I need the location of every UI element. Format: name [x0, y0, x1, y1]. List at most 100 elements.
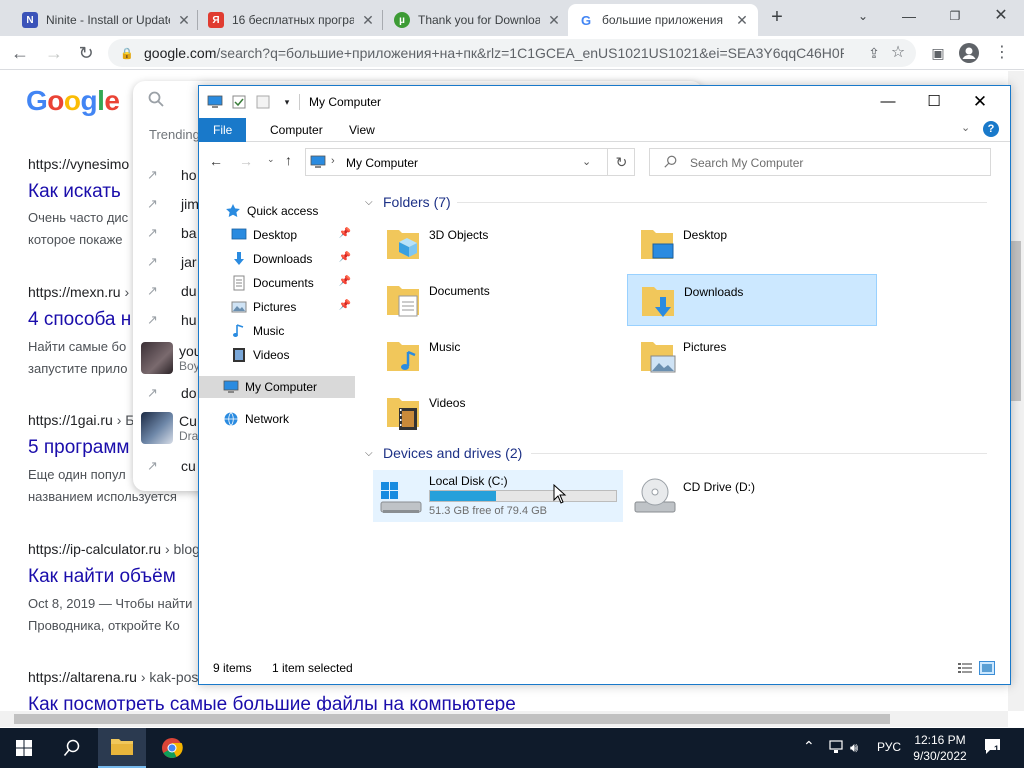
pin-icon[interactable]: 📌 — [339, 300, 351, 311]
explorer-minimize-icon[interactable]: — — [865, 86, 911, 118]
result-url[interactable]: https://mexn.ru › — [28, 284, 129, 300]
suggestion-item[interactable]: Cu Dra — [141, 411, 198, 445]
drive-cd-d[interactable]: CD Drive (D:) — [627, 470, 877, 522]
tab-close-icon[interactable]: ✕ — [360, 12, 376, 29]
result-url[interactable]: https://1gai.ru › Б — [28, 412, 134, 428]
new-tab-icon[interactable]: + — [766, 6, 788, 28]
language-indicator[interactable]: РУС — [877, 740, 901, 754]
expand-ribbon-icon[interactable]: ⌄ — [961, 121, 970, 134]
browser-tab-yandex[interactable]: Я 16 бесплатных программ ✕ — [198, 4, 384, 36]
large-icons-view-icon[interactable] — [979, 661, 995, 675]
suggestion-item[interactable]: ↗ ho — [147, 163, 197, 187]
nav-my-computer[interactable]: My Computer — [199, 376, 355, 398]
pin-icon[interactable]: 📌 — [339, 228, 351, 239]
nav-music[interactable]: Music — [199, 320, 355, 342]
chrome-taskbar-icon[interactable] — [148, 728, 196, 768]
suggestion-item[interactable]: ↗ ba — [147, 221, 197, 245]
result-url[interactable]: https://vynesimo — [28, 156, 129, 172]
up-folder-icon[interactable]: ↑ — [285, 152, 292, 168]
devices-group-header[interactable]: ⌵ Devices and drives (2) — [365, 443, 522, 463]
back-icon[interactable]: ← — [8, 41, 32, 65]
recent-locations-icon[interactable]: ⌄ — [267, 154, 275, 165]
folder-music[interactable]: Music — [373, 330, 623, 382]
reload-icon[interactable]: ↻ — [74, 41, 98, 65]
scrollbar-thumb[interactable] — [14, 714, 890, 724]
nav-documents[interactable]: Documents 📌 — [199, 272, 355, 294]
result-title[interactable]: Как найти объём — [28, 566, 176, 588]
suggestion-item[interactable]: ↗ cu — [147, 454, 196, 478]
show-hidden-icons-chevron[interactable]: ⌃ — [803, 738, 815, 755]
address-bar[interactable]: 🔒 google.com/search?q=большие+приложения… — [108, 39, 916, 67]
tab-close-icon[interactable]: ✕ — [176, 12, 192, 29]
folder-downloads[interactable]: Downloads — [627, 274, 877, 326]
nav-pictures[interactable]: Pictures 📌 — [199, 296, 355, 318]
folder-3d-objects[interactable]: 3D Objects — [373, 218, 623, 270]
explorer-forward-icon[interactable]: → — [239, 153, 253, 169]
breadcrumb-chevron-icon[interactable]: › — [331, 155, 335, 167]
pin-icon[interactable]: 📌 — [339, 252, 351, 263]
ribbon-tab-file[interactable]: File — [199, 118, 247, 142]
folders-group-header[interactable]: ⌵ Folders (7) — [365, 192, 451, 212]
result-title[interactable]: Как искать — [28, 181, 121, 203]
folder-pictures[interactable]: Pictures — [627, 330, 877, 382]
close-icon[interactable]: ✕ — [978, 2, 1024, 30]
details-view-icon[interactable] — [957, 661, 973, 675]
address-box[interactable]: › My Computer ⌄ — [305, 148, 635, 176]
refresh-icon[interactable]: ↻ — [607, 148, 635, 176]
ribbon-tab-computer[interactable]: Computer — [256, 118, 337, 142]
scrollbar-thumb[interactable] — [1011, 241, 1021, 401]
start-windows-icon[interactable] — [0, 728, 48, 768]
nav-quick-access[interactable]: Quick access — [199, 200, 355, 222]
file-explorer-taskbar-icon[interactable] — [98, 728, 146, 768]
share-icon[interactable]: ⇪ — [862, 41, 886, 65]
taskbar-clock[interactable]: 12:16 PM 9/30/2022 — [906, 732, 974, 764]
menu-kebab-icon[interactable]: ⋮ — [990, 41, 1014, 65]
nav-downloads[interactable]: Downloads 📌 — [199, 248, 355, 270]
taskbar-search-icon[interactable] — [48, 728, 96, 768]
drive-local-disk-c[interactable]: Local Disk (C:) 51.3 GB free of 79.4 GB — [373, 470, 623, 522]
side-panel-icon[interactable]: ▣ — [926, 41, 950, 65]
page-horizontal-scrollbar[interactable] — [0, 711, 1008, 727]
customize-qat-icon[interactable]: ▾ — [279, 94, 295, 110]
explorer-back-icon[interactable]: ← — [209, 153, 223, 169]
bookmark-star-icon[interactable]: ☆ — [886, 41, 910, 65]
result-url[interactable]: https://ip-calculator.ru › blog — [28, 541, 200, 557]
pin-icon[interactable]: 📌 — [339, 276, 351, 287]
tab-search-icon[interactable]: ⌄ — [840, 2, 886, 30]
ribbon-tab-view[interactable]: View — [335, 118, 389, 142]
nav-network[interactable]: Network — [199, 408, 355, 430]
profile-avatar-icon[interactable] — [957, 41, 981, 65]
suggestion-item[interactable]: you Boy — [141, 341, 202, 375]
suggestion-item[interactable]: ↗ do — [147, 381, 197, 405]
restore-icon[interactable]: ❐ — [932, 2, 978, 30]
network-tray-icon[interactable] — [828, 740, 844, 757]
google-logo[interactable]: Google — [26, 85, 120, 117]
tab-close-icon[interactable]: ✕ — [546, 12, 562, 29]
result-title[interactable]: 5 программ — [28, 437, 129, 459]
browser-tab-utorrent[interactable]: µ Thank you for Download ✕ — [384, 4, 570, 36]
new-folder-icon[interactable] — [255, 94, 271, 110]
nav-videos[interactable]: Videos — [199, 344, 355, 366]
notification-center-icon[interactable]: 1 — [984, 738, 1004, 756]
folder-videos[interactable]: Videos — [373, 386, 623, 438]
browser-tab-google[interactable]: G большие приложения ✕ — [568, 4, 758, 36]
minimize-icon[interactable]: — — [886, 2, 932, 30]
address-dropdown-icon[interactable]: ⌄ — [582, 155, 591, 168]
forward-icon[interactable]: → — [42, 41, 66, 65]
help-icon[interactable]: ? — [983, 121, 999, 137]
browser-tab-ninite[interactable]: N Ninite - Install or Update ✕ — [12, 4, 200, 36]
suggestion-item[interactable]: ↗ jim — [147, 192, 199, 216]
explorer-close-icon[interactable]: ✕ — [957, 86, 1003, 118]
tab-close-icon[interactable]: ✕ — [734, 12, 750, 29]
suggestion-item[interactable]: ↗ jar — [147, 250, 197, 274]
folder-desktop[interactable]: Desktop — [627, 218, 877, 270]
folder-documents[interactable]: Documents — [373, 274, 623, 326]
nav-desktop[interactable]: Desktop 📌 — [199, 224, 355, 246]
search-my-computer-input[interactable]: Search My Computer — [649, 148, 991, 176]
properties-icon[interactable] — [231, 94, 247, 110]
suggestion-item[interactable]: ↗ hu — [147, 308, 197, 332]
explorer-maximize-icon[interactable]: ☐ — [911, 86, 957, 118]
suggestion-item[interactable]: ↗ du — [147, 279, 197, 303]
result-title[interactable]: Как посмотреть самые большие файлы на ко… — [28, 694, 516, 711]
result-title[interactable]: 4 способа н — [28, 309, 131, 331]
